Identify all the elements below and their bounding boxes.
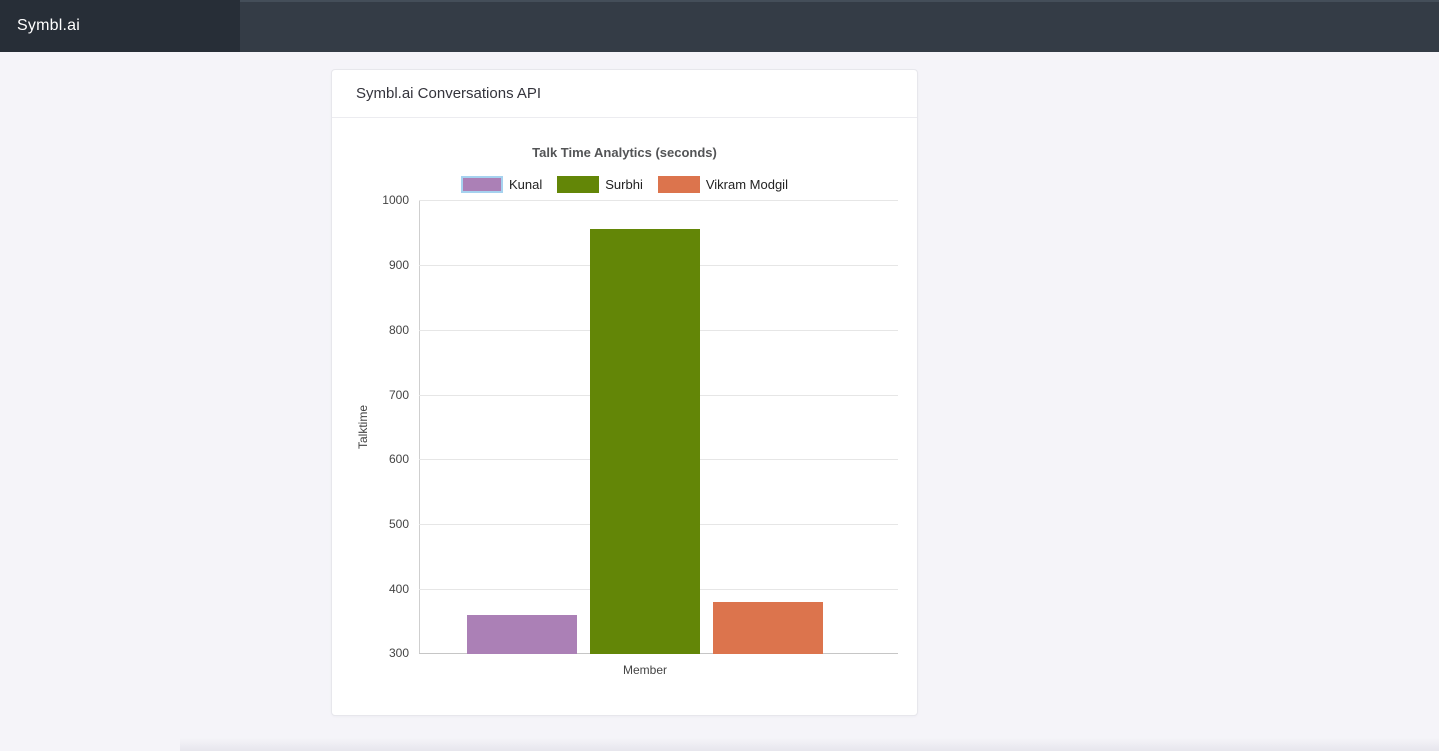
legend-label-vikram-modgil: Vikram Modgil [705,176,788,192]
y-tick-label-500: 500 [388,517,409,531]
y-tick-label-1000: 1000 [382,193,409,207]
brand-logo[interactable]: Symbl.ai [0,0,240,52]
legend-label-surbhi: Surbhi [605,176,643,192]
plot-area [419,200,898,654]
top-navbar: Symbl.ai [0,0,1439,52]
y-tick-label-400: 400 [388,582,409,596]
x-axis-title: Member [622,663,668,677]
legend-label-kunal: Kunal [509,176,543,192]
y-tick-label-600: 600 [388,452,409,466]
y-tick-label-900: 900 [388,258,409,272]
legend-swatch-kunal [461,175,504,193]
y-axis-line [419,200,420,654]
conversations-api-card: Symbl.ai Conversations API Talk Time Ana… [331,69,918,716]
y-tick-label-800: 800 [388,323,409,337]
legend-swatch-vikram-modgil [657,175,700,193]
gridline-1000 [419,200,898,201]
chart-legend: Kunal Surbhi Vikram Modgil [332,175,917,193]
legend-item-vikram-modgil[interactable]: Vikram Modgil [657,175,788,193]
legend-item-kunal[interactable]: Kunal [461,175,543,193]
card-title: Symbl.ai Conversations API [332,70,917,118]
bar-surbhi[interactable] [590,229,700,654]
bottom-shadow [180,738,1439,751]
y-tick-label-700: 700 [388,388,409,402]
legend-swatch-surbhi [557,175,600,193]
legend-item-surbhi[interactable]: Surbhi [557,175,643,193]
y-axis-title: Talktime [356,404,370,450]
chart-title: Talk Time Analytics (seconds) [532,145,717,160]
talk-time-chart: Talk Time Analytics (seconds) Kunal Surbh… [332,118,917,715]
y-tick-label-300: 300 [388,646,409,660]
bar-vikram-modgil[interactable] [713,602,823,654]
bar-kunal[interactable] [467,615,577,654]
